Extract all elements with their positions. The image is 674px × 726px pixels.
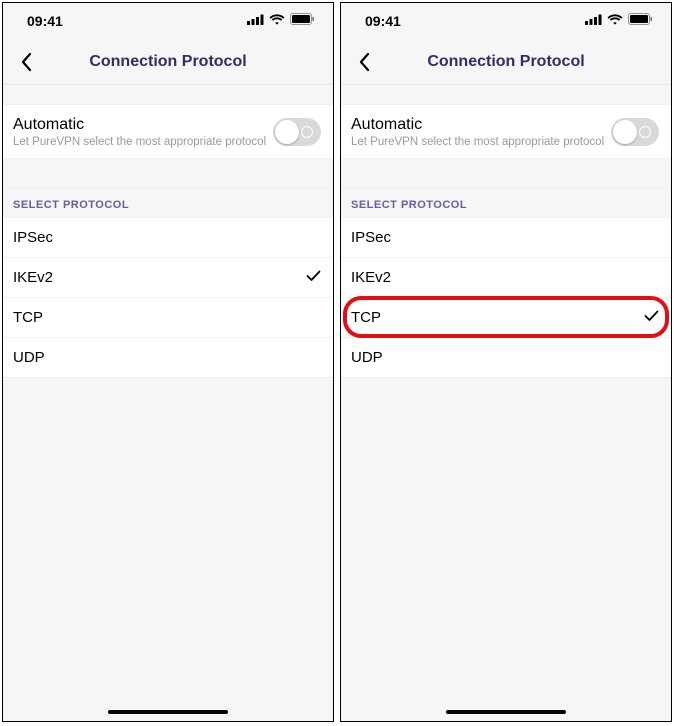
protocol-row-ikev2[interactable]: IKEv2	[3, 258, 333, 298]
automatic-sublabel: Let PureVPN select the most appropriate …	[351, 136, 611, 148]
automatic-label: Automatic	[13, 115, 273, 134]
spacer	[3, 85, 333, 105]
automatic-toggle[interactable]	[273, 118, 321, 146]
toggle-knob	[613, 120, 637, 144]
automatic-sublabel: Let PureVPN select the most appropriate …	[13, 136, 273, 148]
protocol-label: TCP	[351, 309, 381, 326]
nav-header: Connection Protocol	[341, 39, 671, 85]
protocol-row-udp[interactable]: UDP	[341, 338, 671, 378]
protocol-label: TCP	[13, 309, 43, 326]
battery-icon	[628, 12, 653, 30]
page-title: Connection Protocol	[427, 53, 584, 71]
automatic-row[interactable]: Automatic Let PureVPN select the most ap…	[3, 105, 333, 159]
checkmark-icon	[305, 269, 321, 287]
protocol-label: UDP	[13, 349, 45, 366]
status-bar: 09:41	[3, 3, 333, 39]
protocol-label: IPSec	[13, 229, 53, 246]
protocol-label: UDP	[351, 349, 383, 366]
phone-screen-left: 09:41 Connection Protocol Automatic Let …	[2, 2, 334, 722]
wifi-icon	[607, 12, 623, 30]
protocol-row-ipsec[interactable]: IPSec	[341, 218, 671, 258]
protocol-label: IKEv2	[13, 269, 53, 286]
automatic-row[interactable]: Automatic Let PureVPN select the most ap…	[341, 105, 671, 159]
back-button[interactable]	[11, 47, 41, 77]
back-button[interactable]	[349, 47, 379, 77]
status-icons	[247, 12, 315, 30]
cellular-icon	[247, 12, 264, 30]
automatic-text: Automatic Let PureVPN select the most ap…	[351, 115, 611, 148]
checkmark-icon	[643, 309, 659, 327]
status-time: 09:41	[27, 13, 63, 29]
status-icons	[585, 12, 653, 30]
spacer	[3, 159, 333, 189]
wifi-icon	[269, 12, 285, 30]
status-time: 09:41	[365, 13, 401, 29]
section-header: SELECT PROTOCOL	[341, 189, 671, 218]
protocol-list: IPSec IKEv2 TCP UDP	[3, 218, 333, 378]
home-indicator[interactable]	[108, 710, 228, 714]
chevron-left-icon	[358, 52, 370, 72]
nav-header: Connection Protocol	[3, 39, 333, 85]
protocol-row-ipsec[interactable]: IPSec	[3, 218, 333, 258]
page-title: Connection Protocol	[89, 53, 246, 71]
status-bar: 09:41	[341, 3, 671, 39]
protocol-label: IPSec	[351, 229, 391, 246]
section-header: SELECT PROTOCOL	[3, 189, 333, 218]
chevron-left-icon	[20, 52, 32, 72]
protocol-label: IKEv2	[351, 269, 391, 286]
protocol-row-udp[interactable]: UDP	[3, 338, 333, 378]
protocol-list: IPSec IKEv2 TCP UDP	[341, 218, 671, 378]
battery-icon	[290, 12, 315, 30]
automatic-text: Automatic Let PureVPN select the most ap…	[13, 115, 273, 148]
toggle-knob	[275, 120, 299, 144]
protocol-row-tcp[interactable]: TCP	[3, 298, 333, 338]
protocol-row-tcp[interactable]: TCP	[341, 298, 671, 338]
protocol-row-ikev2[interactable]: IKEv2	[341, 258, 671, 298]
phone-screen-right: 09:41 Connection Protocol Automatic Let …	[340, 2, 672, 722]
cellular-icon	[585, 12, 602, 30]
home-indicator[interactable]	[446, 710, 566, 714]
automatic-label: Automatic	[351, 115, 611, 134]
spacer	[341, 159, 671, 189]
spacer	[341, 85, 671, 105]
automatic-toggle[interactable]	[611, 118, 659, 146]
